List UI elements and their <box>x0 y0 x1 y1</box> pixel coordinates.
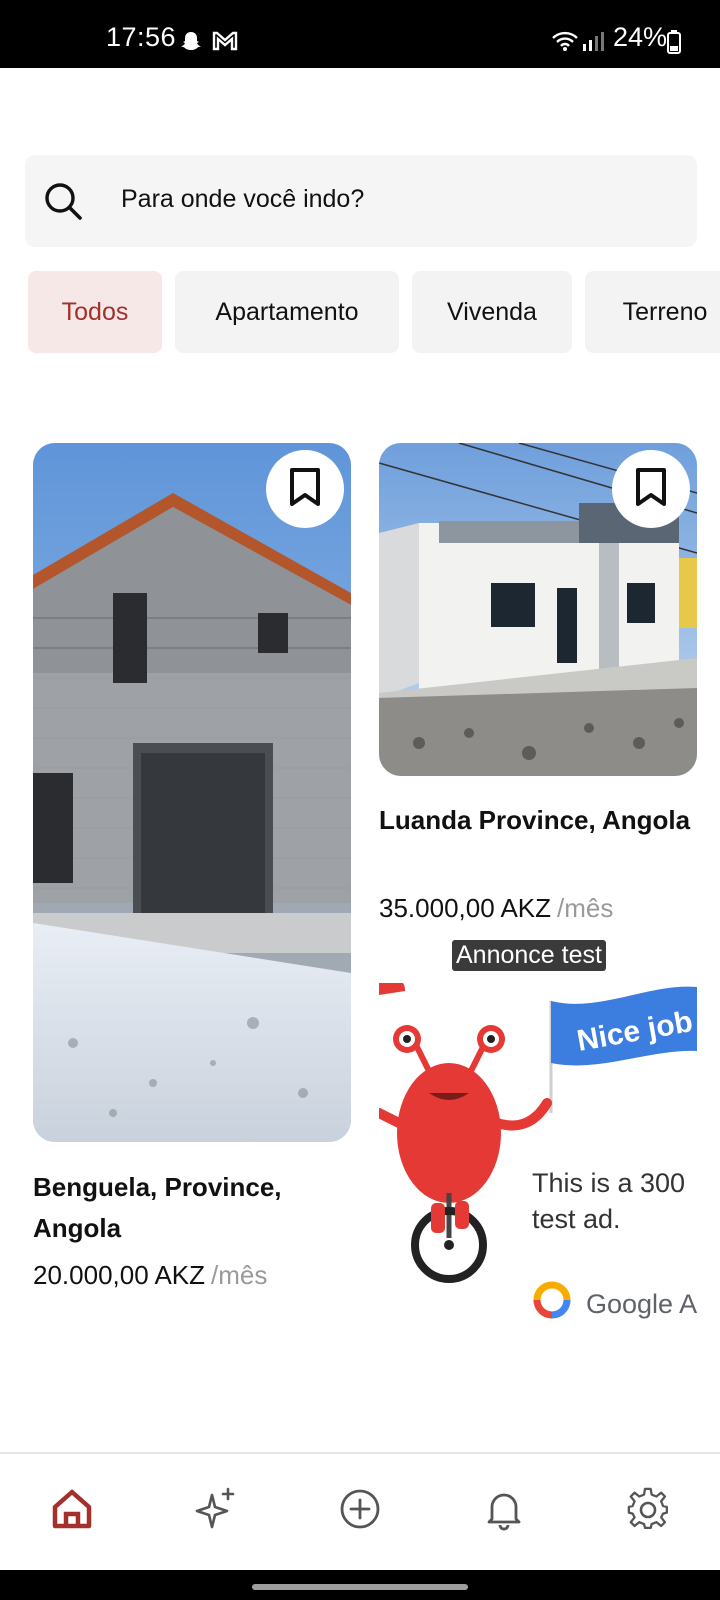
ad-text-line: This is a 300 <box>532 1168 686 1198</box>
price-unit: /mês <box>211 1260 268 1290</box>
sparkles-icon <box>194 1487 238 1536</box>
nav-sparkles[interactable] <box>189 1484 243 1538</box>
status-time: 17:56 <box>106 22 177 52</box>
chip-vivenda[interactable]: Vivenda <box>412 271 572 353</box>
filter-chips: Todos Apartamento Vivenda Terreno <box>28 271 720 353</box>
test-ad[interactable]: Nice job This is a 300 test ad. Google A <box>379 983 697 1345</box>
bottom-navigation <box>0 1452 720 1570</box>
ad-label: Annonce test <box>452 940 606 971</box>
listing-price: 35.000,00 AKZ/mês <box>379 893 613 924</box>
signal-icon <box>581 30 607 57</box>
bell-icon <box>482 1487 526 1536</box>
chip-apartamento[interactable]: Apartamento <box>175 271 399 353</box>
listing-photo[interactable] <box>33 443 351 1142</box>
listing-price: 20.000,00 AKZ/mês <box>33 1260 267 1291</box>
gmail-icon <box>212 30 238 57</box>
bookmark-button[interactable] <box>612 450 690 528</box>
status-bar: 17:56 24% <box>0 0 720 68</box>
price-value: 35.000,00 AKZ <box>379 893 552 923</box>
listing-location: Benguela, Province, Angola <box>33 1172 282 1243</box>
ad-text: This is a 300 test ad. <box>532 1165 685 1237</box>
nav-settings[interactable] <box>621 1484 675 1538</box>
snapchat-icon <box>180 30 202 57</box>
bookmark-icon <box>288 467 322 512</box>
nav-add[interactable] <box>333 1484 387 1538</box>
battery-percent: 24% <box>613 22 668 52</box>
search-icon <box>43 181 83 226</box>
battery-icon <box>667 30 681 59</box>
price-unit: /mês <box>557 893 614 923</box>
price-value: 20.000,00 AKZ <box>33 1260 206 1290</box>
chip-terreno[interactable]: Terreno <box>585 271 720 353</box>
add-circle-icon <box>338 1487 382 1536</box>
bookmark-button[interactable] <box>266 450 344 528</box>
nav-home[interactable] <box>45 1484 99 1538</box>
search-bar[interactable]: Para onde você indo? <box>25 155 697 247</box>
chip-todos[interactable]: Todos <box>28 271 162 353</box>
listing-location: Luanda Province, Angola <box>379 805 691 835</box>
gear-icon <box>626 1487 670 1536</box>
bookmark-icon <box>634 467 668 512</box>
home-icon <box>50 1487 94 1536</box>
wifi-icon <box>551 30 579 57</box>
ad-brand: Google A <box>586 1289 697 1319</box>
ad-text-line: test ad. <box>532 1204 621 1234</box>
nav-notifications[interactable] <box>477 1484 531 1538</box>
search-placeholder: Para onde você indo? <box>121 185 365 213</box>
home-indicator[interactable] <box>252 1584 468 1590</box>
gesture-bar <box>0 1570 720 1600</box>
